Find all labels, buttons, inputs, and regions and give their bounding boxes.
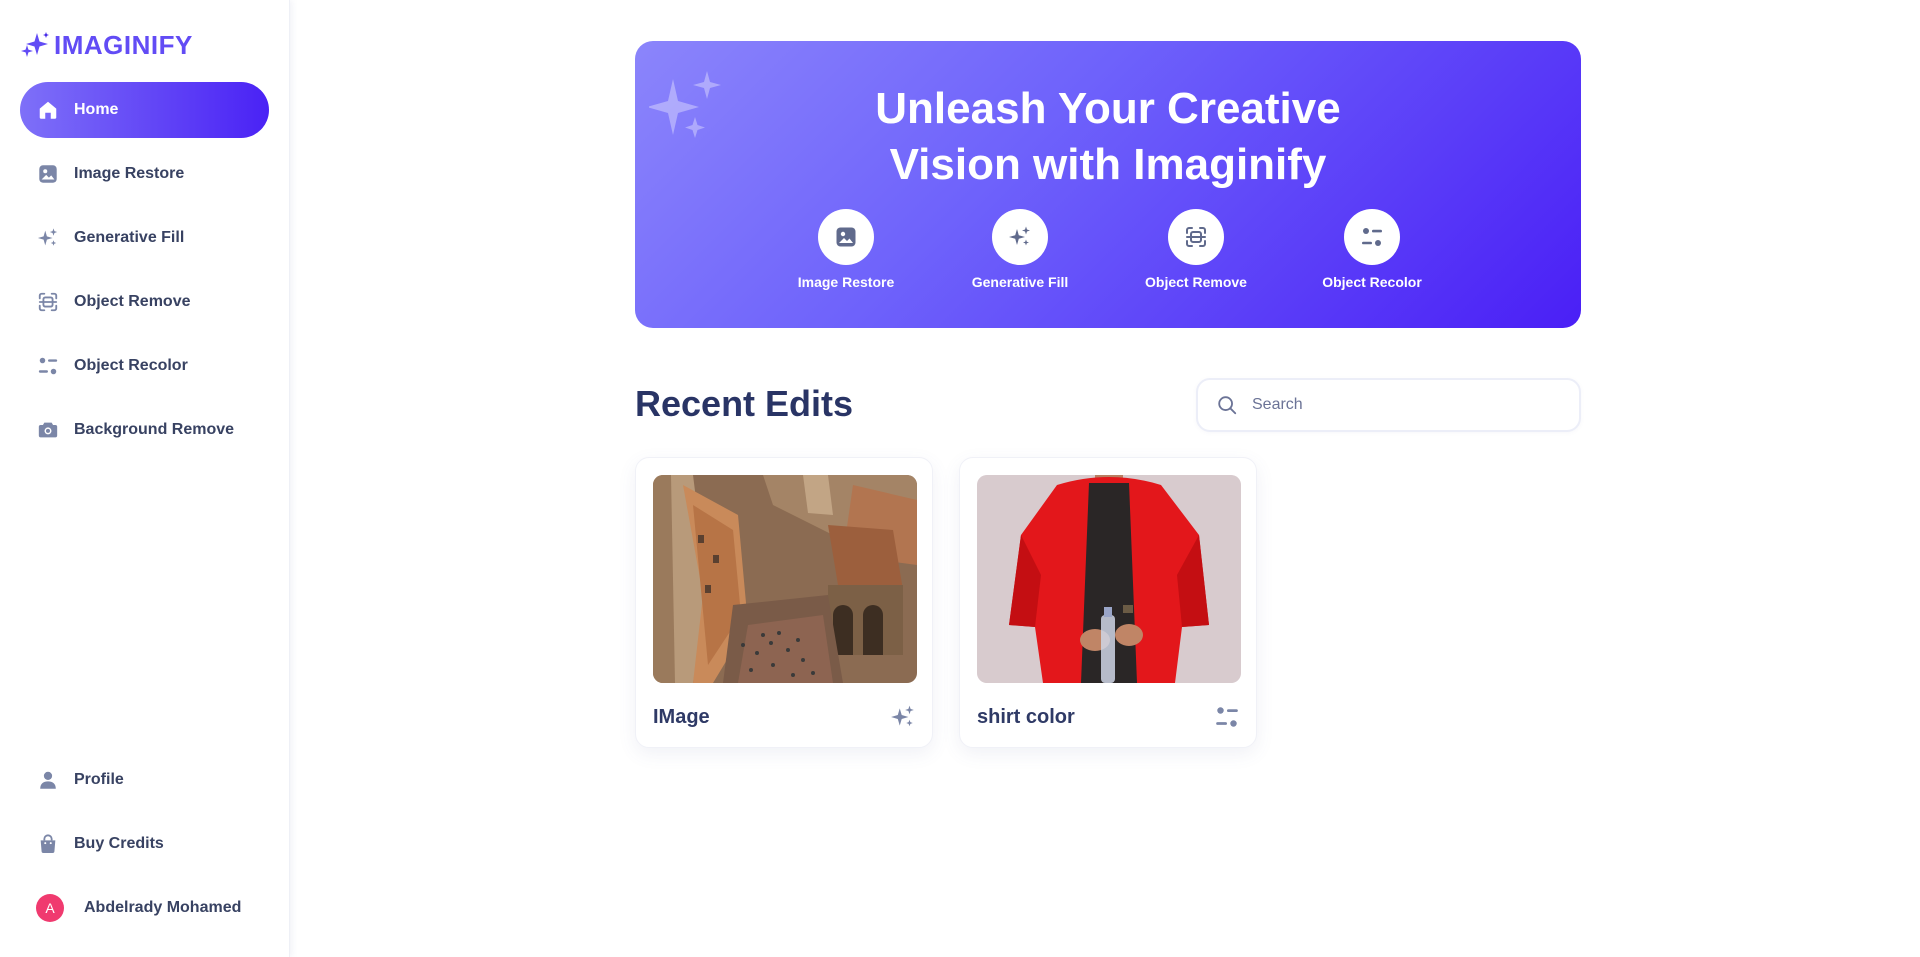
logo-stars-icon [21, 32, 49, 57]
search-box[interactable] [1196, 378, 1581, 432]
sidebar-item-label: Profile [74, 771, 124, 788]
stars-icon [890, 704, 916, 730]
sidebar-item-label: Image Restore [74, 165, 185, 182]
card-thumbnail-aerial-town[interactable] [653, 475, 917, 683]
quicklink-circle[interactable] [818, 209, 874, 265]
sidebar-bottom: Profile Buy Credits A Abdelrady Mohamed [20, 752, 269, 936]
sidebar-item-label: Home [74, 101, 119, 118]
image-icon [36, 162, 60, 186]
card-title: IMage [653, 706, 710, 728]
hero-banner: Unleash Your Creative Vision with Imagin… [635, 41, 1581, 328]
sidebar-item-buy-credits[interactable]: Buy Credits [20, 816, 269, 872]
app-root: IMAGINIFY Home Image Restore Generative … [0, 0, 1920, 957]
sidebar-item-background-remove[interactable]: Background Remove [20, 402, 269, 458]
user-name: Abdelrady Mohamed [84, 899, 242, 916]
card-thumbnail-red-shirt[interactable] [977, 475, 1241, 683]
quicklink-label: Object Recolor [1322, 274, 1422, 290]
sidebar: IMAGINIFY Home Image Restore Generative … [0, 0, 290, 957]
stars-icon [1009, 226, 1030, 246]
filter-icon [36, 354, 60, 378]
sidebar-item-image-restore[interactable]: Image Restore [20, 146, 269, 202]
quicklink-generative-fill[interactable]: Generative Fill [940, 209, 1100, 290]
image-icon [836, 227, 856, 247]
sidebar-item-label: Buy Credits [74, 835, 164, 852]
user-icon [36, 768, 60, 792]
user-menu[interactable]: A Abdelrady Mohamed [20, 880, 269, 936]
logo-text: IMAGINIFY [54, 29, 193, 60]
quicklink-label: Object Remove [1145, 274, 1247, 290]
sidebar-item-label: Generative Fill [74, 229, 185, 246]
quicklink-object-recolor[interactable]: Object Recolor [1292, 209, 1452, 290]
bag-icon [36, 832, 60, 856]
sidebar-nav: Home Image Restore Generative Fill Objec… [20, 82, 269, 466]
search-icon [1218, 396, 1237, 415]
edit-card[interactable]: IMage [635, 457, 933, 748]
scan-icon [36, 290, 60, 314]
filter-icon [1214, 704, 1240, 730]
quicklink-circle[interactable] [1168, 209, 1224, 265]
logo[interactable]: IMAGINIFY [20, 30, 193, 60]
edit-card[interactable]: shirt color [959, 457, 1257, 748]
sidebar-item-generative-fill[interactable]: Generative Fill [20, 210, 269, 266]
quicklink-circle[interactable] [1344, 209, 1400, 265]
banner-title: Unleash Your Creative Vision with Imagin… [875, 84, 1341, 189]
recent-edits-title: Recent Edits [635, 383, 854, 424]
sidebar-item-label: Object Remove [74, 293, 191, 310]
sidebar-item-object-remove[interactable]: Object Remove [20, 274, 269, 330]
sidebar-item-object-recolor[interactable]: Object Recolor [20, 338, 269, 394]
sidebar-item-home[interactable]: Home [20, 82, 269, 138]
home-icon [36, 98, 60, 122]
avatar[interactable]: A [36, 894, 64, 922]
quicklink-object-remove[interactable]: Object Remove [1116, 209, 1276, 290]
sidebar-item-profile[interactable]: Profile [20, 752, 269, 808]
camera-icon [36, 418, 60, 442]
sidebar-item-label: Object Recolor [74, 357, 188, 374]
quicklink-circle[interactable] [992, 209, 1048, 265]
stars-icon [36, 226, 60, 250]
quicklink-image-restore[interactable]: Image Restore [766, 209, 926, 290]
sidebar-item-label: Background Remove [74, 421, 235, 438]
filter-icon [1362, 228, 1382, 246]
search-input[interactable] [1252, 396, 1552, 414]
scan-icon [1186, 227, 1206, 247]
quicklink-label: Generative Fill [971, 274, 1069, 290]
quicklink-label: Image Restore [797, 274, 895, 290]
card-title: shirt color [977, 706, 1075, 728]
